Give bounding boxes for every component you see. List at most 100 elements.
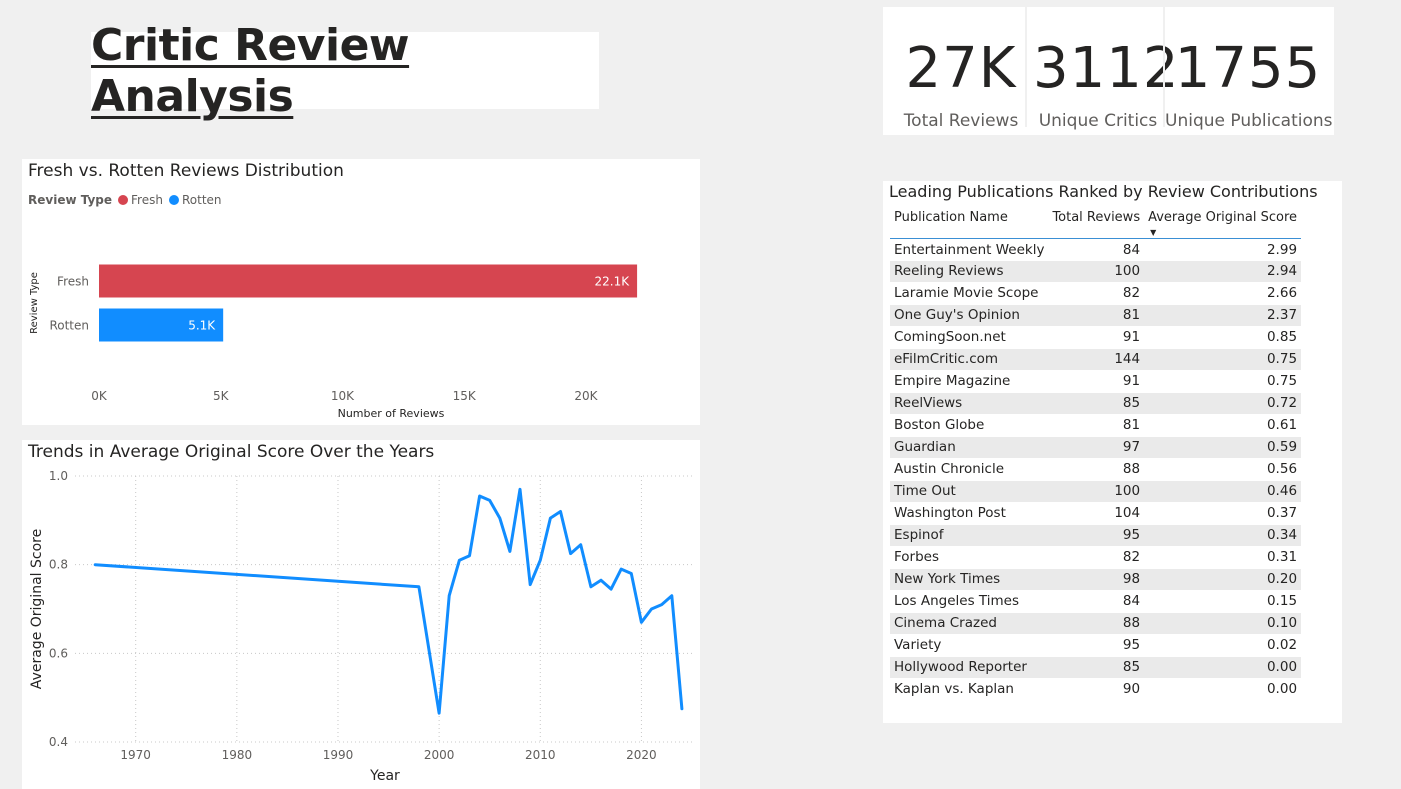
bar-chart-plot: 22.1K Fresh 5.1K Rotten 0K 5K 10K 15K 20K Number … [29, 264, 638, 420]
x-tick-label: 1990 [323, 748, 354, 762]
x-tick-label: 1980 [222, 748, 253, 762]
y-axis-label: Review Type [29, 272, 40, 334]
table-row[interactable]: Hollywood Reporter 85 0.00 [890, 656, 1302, 679]
kpi-divider [1025, 7, 1027, 127]
table-row[interactable]: Boston Globe 81 0.61 [890, 414, 1302, 437]
cell-average-score: 0.10 [1144, 612, 1302, 635]
table-title: Leading Publications Ranked by Review Co… [889, 182, 1318, 201]
table-row[interactable]: Los Angeles Times 84 0.15 [890, 590, 1302, 613]
cell-average-score: 2.66 [1144, 282, 1302, 305]
line-chart-plot: 0.4 0.6 0.8 1.0 1970 1980 1990 2000 2010 2020 Year… [29, 469, 692, 784]
table-row[interactable]: Entertainment Weekly 84 2.99 [890, 238, 1302, 261]
kpi-unique-publications[interactable]: 1755 Unique Publications [1165, 7, 1333, 135]
cell-publication: Washington Post [890, 502, 1049, 525]
category-tick-label: Rotten [49, 319, 89, 333]
table-row[interactable]: Empire Magazine 91 0.75 [890, 370, 1302, 393]
x-tick-label: 2000 [424, 748, 455, 762]
cell-publication: Entertainment Weekly [890, 238, 1049, 261]
cell-total-reviews: 88 [1048, 458, 1145, 481]
cell-average-score: 0.75 [1144, 370, 1302, 393]
cell-average-score: 0.00 [1144, 656, 1302, 679]
cell-total-reviews: 81 [1048, 304, 1145, 327]
cell-average-score: 0.56 [1144, 458, 1302, 481]
table-row[interactable]: Cinema Crazed 88 0.10 [890, 612, 1302, 635]
table-row[interactable]: New York Times 98 0.20 [890, 568, 1302, 591]
cell-average-score: 0.85 [1144, 326, 1302, 349]
x-tick-label: 2020 [626, 748, 657, 762]
cell-publication: Hollywood Reporter [890, 656, 1049, 679]
cell-total-reviews: 104 [1048, 502, 1145, 525]
cell-average-score: 0.46 [1144, 480, 1302, 503]
column-header-label: Average Original Score [1148, 210, 1298, 225]
cell-publication: Los Angeles Times [890, 590, 1049, 613]
cell-publication: Boston Globe [890, 414, 1049, 437]
kpi-value: 27K [905, 36, 1017, 101]
table-row[interactable]: eFilmCritic.com 144 0.75 [890, 348, 1302, 371]
x-tick-label: 0K [91, 389, 108, 403]
x-tick-label: 2010 [525, 748, 556, 762]
cell-publication: Time Out [890, 480, 1049, 503]
table-row[interactable]: Guardian 97 0.59 [890, 436, 1302, 459]
cell-average-score: 0.75 [1144, 348, 1302, 371]
cell-publication: Austin Chronicle [890, 458, 1049, 481]
x-tick-label: 15K [453, 389, 477, 403]
bar-chart-card[interactable]: Fresh vs. Rotten Reviews Distribution Re… [22, 159, 700, 425]
table-row[interactable]: ComingSoon.net 91 0.85 [890, 326, 1302, 349]
cell-total-reviews: 82 [1048, 282, 1145, 305]
table-row[interactable]: Espinof 95 0.34 [890, 524, 1302, 547]
table-row[interactable]: One Guy's Opinion 81 2.37 [890, 304, 1302, 327]
column-header-average-score[interactable]: Average Original Score ▼ [1144, 208, 1302, 239]
table-row[interactable]: Laramie Movie Scope 82 2.66 [890, 282, 1302, 305]
cell-total-reviews: 82 [1048, 546, 1145, 569]
cell-total-reviews: 100 [1048, 480, 1145, 503]
y-tick-label: 0.6 [49, 646, 68, 660]
cell-total-reviews: 81 [1048, 414, 1145, 437]
cell-total-reviews: 90 [1048, 678, 1145, 701]
x-tick-label: 20K [574, 389, 598, 403]
cell-publication: Cinema Crazed [890, 612, 1049, 635]
kpi-total-reviews[interactable]: 27K Total Reviews [891, 7, 1031, 135]
cell-total-reviews: 85 [1048, 392, 1145, 415]
series-line [93, 487, 684, 715]
bar-data-label: 22.1K [594, 275, 630, 289]
column-header-total-reviews[interactable]: Total Reviews [1048, 208, 1145, 239]
cell-total-reviews: 95 [1048, 524, 1145, 547]
cell-average-score: 0.61 [1144, 414, 1302, 437]
publications-table: Publication Name Total Reviews Average O… [890, 208, 1302, 701]
cell-average-score: 0.15 [1144, 590, 1302, 613]
y-tick-label: 0.8 [49, 558, 68, 572]
table-row[interactable]: Kaplan vs. Kaplan 90 0.00 [890, 678, 1302, 701]
cell-publication: Kaplan vs. Kaplan [890, 678, 1049, 701]
cell-publication: Forbes [890, 546, 1049, 569]
line-chart-card[interactable]: Trends in Average Original Score Over th… [22, 440, 700, 789]
x-axis-label: Year [369, 768, 400, 784]
cell-average-score: 0.20 [1144, 568, 1302, 591]
sort-descending-icon: ▼ [1150, 227, 1157, 237]
cell-publication: eFilmCritic.com [890, 348, 1049, 371]
cell-total-reviews: 85 [1048, 656, 1145, 679]
cell-publication: Laramie Movie Scope [890, 282, 1049, 305]
kpi-value: 3112 [1033, 36, 1180, 101]
column-header-publication[interactable]: Publication Name [890, 208, 1049, 239]
cell-average-score: 0.59 [1144, 436, 1302, 459]
table-row[interactable]: Reeling Reviews 100 2.94 [890, 260, 1302, 283]
table-row[interactable]: ReelViews 85 0.72 [890, 392, 1302, 415]
table-row[interactable]: Variety 95 0.02 [890, 634, 1302, 657]
cell-publication: ReelViews [890, 392, 1049, 415]
cell-total-reviews: 144 [1048, 348, 1145, 371]
cell-publication: Guardian [890, 436, 1049, 459]
table-row[interactable]: Forbes 82 0.31 [890, 546, 1302, 569]
cell-average-score: 0.02 [1144, 634, 1302, 657]
cell-total-reviews: 100 [1048, 260, 1145, 283]
cell-publication: Espinof [890, 524, 1049, 547]
cell-publication: Variety [890, 634, 1049, 657]
cell-total-reviews: 97 [1048, 436, 1145, 459]
y-axis-label: Average Original Score [29, 529, 45, 689]
cell-total-reviews: 98 [1048, 568, 1145, 591]
kpi-unique-critics[interactable]: 3112 Unique Critics [1033, 7, 1180, 135]
table-row[interactable]: Austin Chronicle 88 0.56 [890, 458, 1302, 481]
y-tick-label: 1.0 [49, 469, 68, 483]
table-row[interactable]: Washington Post 104 0.37 [890, 502, 1302, 525]
table-row[interactable]: Time Out 100 0.46 [890, 480, 1302, 503]
cell-total-reviews: 91 [1048, 326, 1145, 349]
